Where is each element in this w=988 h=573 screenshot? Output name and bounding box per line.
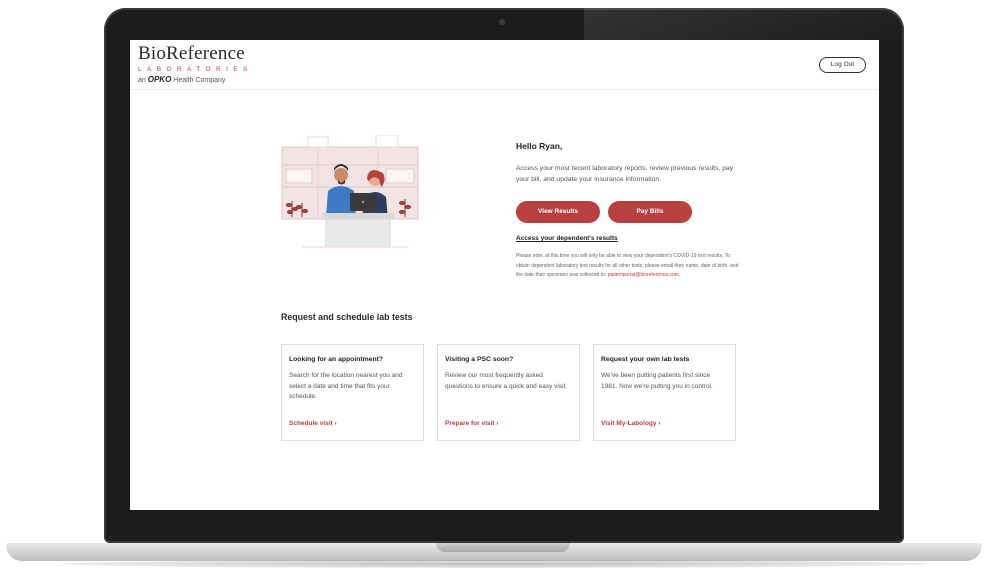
brand-logo[interactable]: BioReference LABORATORIES an OPKO Health… — [138, 44, 253, 86]
visit-my-labology-link[interactable]: Visit My-Labology › — [601, 420, 660, 427]
app-header: BioReference LABORATORIES an OPKO Health… — [130, 40, 879, 90]
logout-button[interactable]: Log Out — [819, 57, 866, 73]
own-lab-tests-card: Request your own lab tests We've been pu… — [593, 344, 736, 441]
greeting-title: Hello Ryan, — [516, 141, 563, 151]
card-title: Request your own lab tests — [601, 356, 690, 363]
logo-tagline: an OPKO Health Company — [138, 75, 226, 84]
view-results-button[interactable]: View Results — [516, 201, 600, 223]
schedule-visit-link[interactable]: Schedule visit › — [289, 420, 337, 427]
greeting-body: Access your most recent laboratory repor… — [516, 165, 734, 183]
card-body: We've been putting patients first since … — [601, 372, 713, 390]
lab-tests-section-title: Request and schedule lab tests — [281, 312, 413, 322]
support-email-link[interactable]: patientportal@bioreference.com — [608, 272, 679, 278]
opko-logo: OPKO — [147, 75, 172, 84]
card-body: Review our most frequently asked questio… — [445, 372, 568, 390]
people-at-laptop-illustration — [281, 135, 419, 248]
greeting-panel: Hello Ryan, Access your most recent labo… — [516, 141, 746, 185]
laptop-screen: BioReference LABORATORIES an OPKO Health… — [130, 40, 879, 510]
dependent-results-note: Please note, at this time you will only … — [516, 253, 739, 278]
webcam — [499, 19, 505, 25]
pay-bills-button[interactable]: Pay Bills — [608, 201, 692, 223]
card-body: Search for the location nearest you and … — [289, 372, 403, 400]
laptop-mockup: BioReference LABORATORIES an OPKO Health… — [0, 0, 988, 573]
card-title: Visiting a PSC soon? — [445, 356, 514, 363]
logo-subtitle: LABORATORIES — [138, 66, 253, 73]
dependent-results-link[interactable]: Access your dependent's results — [516, 235, 618, 242]
card-title: Looking for an appointment? — [289, 356, 384, 363]
logo-wordmark: BioReference — [138, 43, 245, 64]
prepare-for-visit-link[interactable]: Prepare for visit › — [445, 420, 498, 427]
appointment-card: Looking for an appointment? Search for t… — [281, 344, 424, 441]
psc-visit-card: Visiting a PSC soon? Review our most fre… — [437, 344, 580, 441]
laptop-base-notch — [436, 543, 570, 552]
